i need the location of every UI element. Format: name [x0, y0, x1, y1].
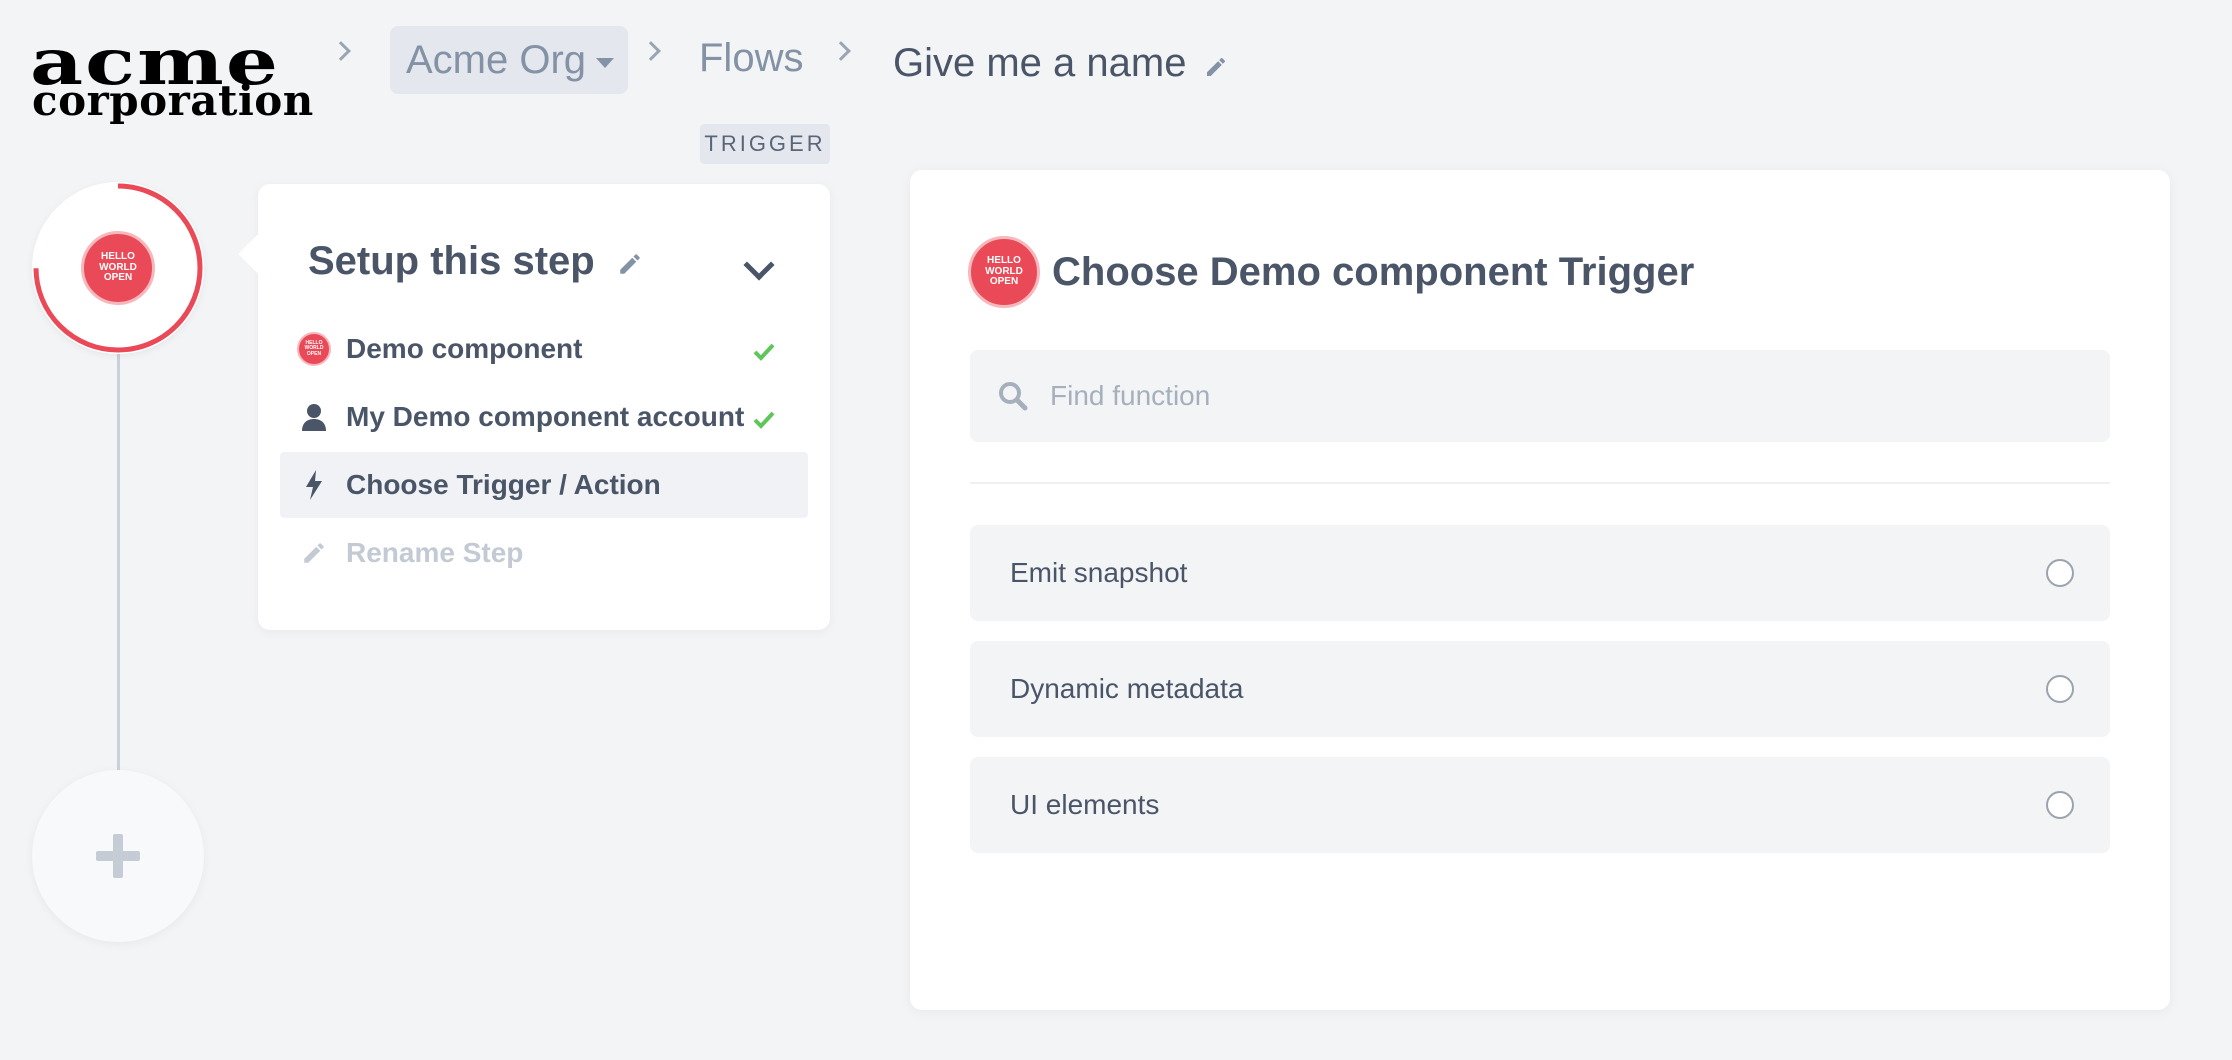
component-logo-line3: OPEN	[989, 276, 1019, 288]
check-icon	[752, 406, 776, 438]
check-icon	[752, 338, 776, 370]
pencil-icon	[292, 540, 336, 566]
add-step-button[interactable]	[32, 770, 204, 942]
function-option-emit-snapshot[interactable]: Emit snapshot	[970, 525, 2110, 621]
search-icon	[998, 381, 1028, 411]
pencil-icon[interactable]	[1204, 44, 1228, 89]
radio-button[interactable]	[2046, 791, 2074, 819]
component-logo-icon: HELLO WORLD OPEN	[968, 236, 1040, 308]
panel-title: Choose Demo component Trigger	[1052, 249, 1695, 294]
breadcrumb-separator-icon	[831, 41, 851, 61]
setup-item-choose-trigger[interactable]: Choose Trigger / Action	[280, 452, 808, 518]
setup-item-icon: HELLO WORLD OPEN	[292, 332, 336, 366]
function-option-dynamic-metadata[interactable]: Dynamic metadata	[970, 641, 2110, 737]
flow-name-text: Give me a name	[893, 41, 1187, 85]
trigger-badge: TRIGGER	[700, 124, 830, 164]
card-pointer	[238, 234, 278, 274]
setup-step-title-text: Setup this step	[308, 239, 595, 283]
component-logo-icon: HELLO WORLD OPEN	[81, 231, 155, 305]
flow-editor: acme corporation Acme Org Flows Give me …	[0, 0, 2232, 1060]
trigger-step-node[interactable]: HELLO WORLD OPEN	[32, 182, 204, 354]
panel-header: HELLO WORLD OPEN Choose Demo component T…	[968, 236, 1694, 308]
function-search[interactable]	[970, 350, 2110, 442]
divider	[970, 482, 2110, 484]
breadcrumb-separator-icon	[641, 41, 661, 61]
function-option-ui-elements[interactable]: UI elements	[970, 757, 2110, 853]
setup-item-label: Rename Step	[346, 537, 524, 568]
acme-logo[interactable]: acme corporation	[30, 30, 320, 122]
setup-item-account[interactable]: My Demo component account	[280, 384, 808, 450]
setup-item-component[interactable]: HELLO WORLD OPEN Demo component	[280, 316, 808, 382]
org-selector-label: Acme Org	[406, 37, 587, 82]
function-option-label: Dynamic metadata	[1010, 673, 1244, 704]
caret-down-icon	[596, 58, 615, 68]
setup-item-label: Demo component	[346, 333, 583, 364]
radio-button[interactable]	[2046, 675, 2074, 703]
function-option-label: UI elements	[1010, 789, 1160, 820]
setup-item-label: Choose Trigger / Action	[346, 469, 661, 500]
component-logo-line3: OPEN	[103, 272, 133, 284]
flow-name[interactable]: Give me a name	[893, 38, 1228, 89]
breadcrumb-separator-icon	[331, 41, 351, 61]
setup-step-title: Setup this step	[308, 236, 643, 287]
setup-step-card: Setup this step HELLO WORLD OPEN Demo co…	[238, 184, 830, 630]
choose-trigger-panel: HELLO WORLD OPEN Choose Demo component T…	[910, 170, 2170, 1010]
component-logo-icon: HELLO WORLD OPEN	[297, 332, 331, 366]
setup-item-label: My Demo component account	[346, 401, 745, 432]
function-search-input[interactable]	[1050, 380, 2110, 412]
org-selector-button[interactable]: Acme Org	[390, 26, 628, 94]
breadcrumb-flows-link[interactable]: Flows	[699, 36, 803, 81]
function-option-label: Emit snapshot	[1010, 557, 1188, 588]
flow-connector-line	[117, 350, 120, 770]
pencil-icon[interactable]	[617, 242, 643, 287]
component-logo-line3: OPEN	[306, 350, 322, 357]
user-icon	[292, 403, 336, 431]
radio-button[interactable]	[2046, 559, 2074, 587]
setup-item-rename: Rename Step	[280, 520, 808, 586]
chevron-down-icon[interactable]	[743, 249, 775, 281]
logo-text-corporation: corporation	[32, 76, 314, 125]
plus-icon-vertical	[113, 834, 123, 878]
bolt-icon	[292, 470, 336, 500]
